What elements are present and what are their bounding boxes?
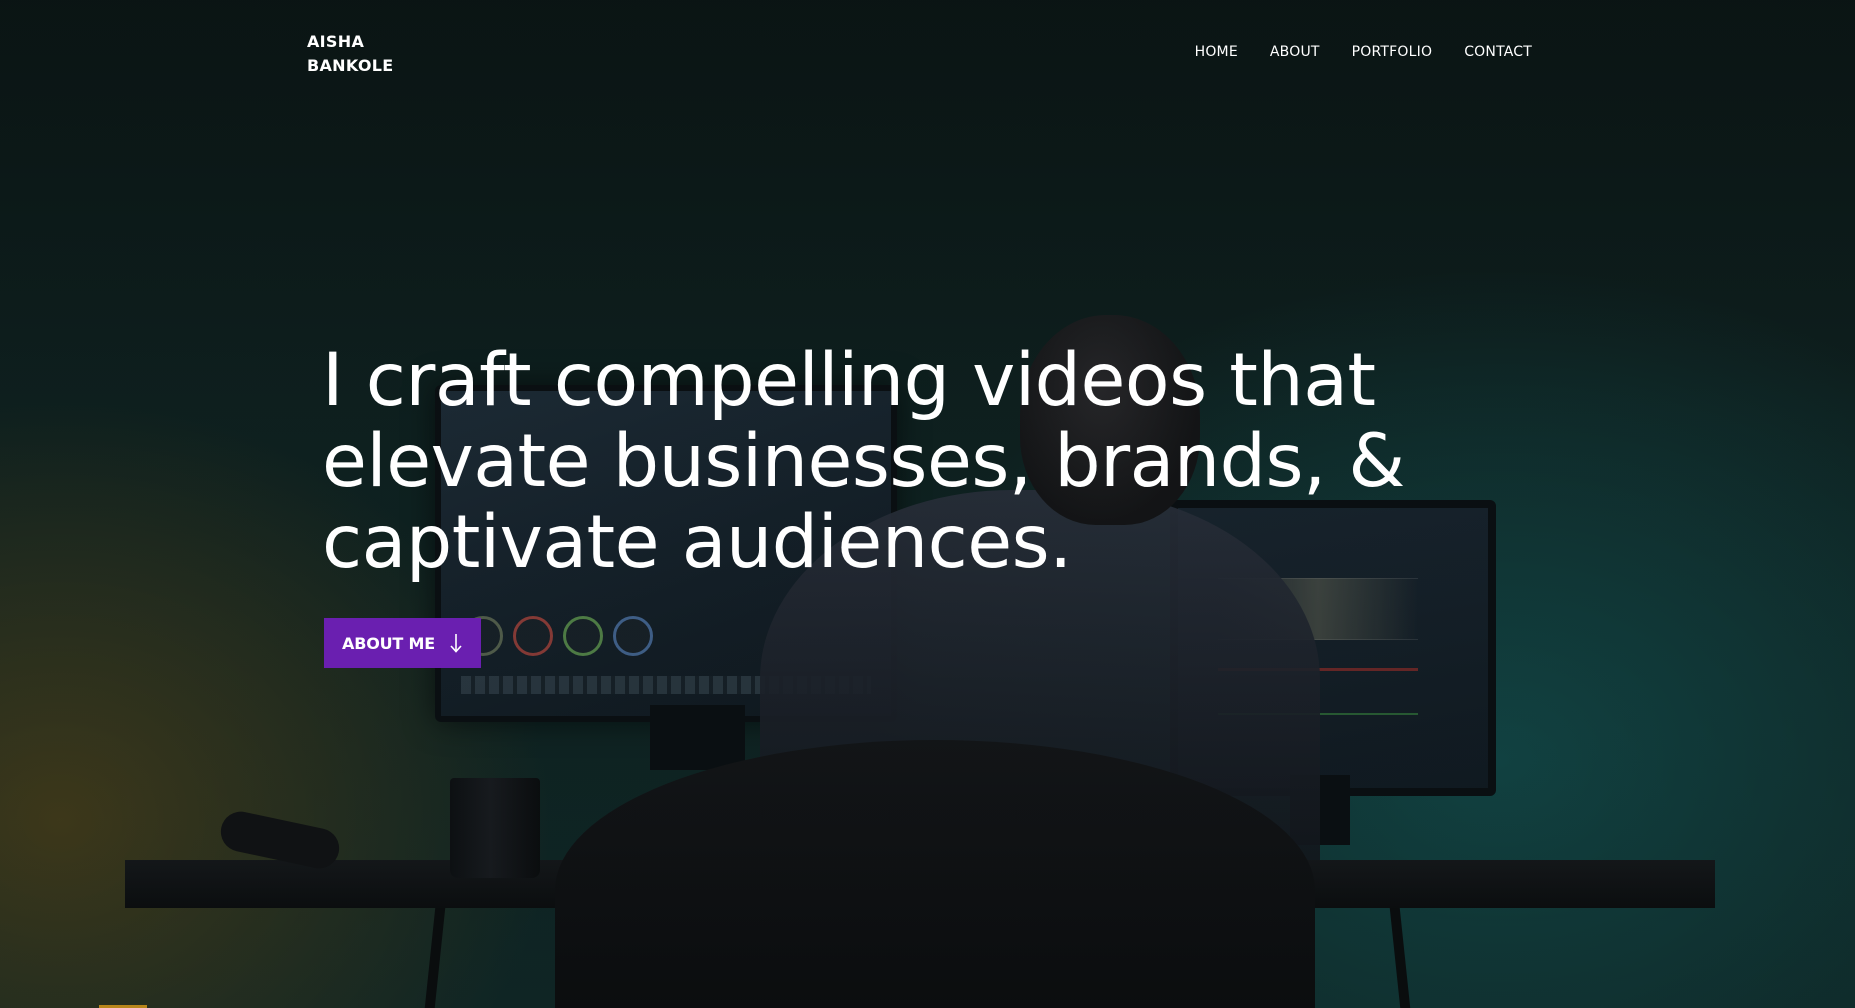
hero-section: AISHA BANKOLE HOME ABOUT PORTFOLIO CONTA… <box>0 0 1855 1008</box>
hero-heading: I craft compelling videos that elevate b… <box>322 338 1405 585</box>
brand-first-name: AISHA <box>307 32 365 51</box>
nav-home[interactable]: HOME <box>1195 44 1238 60</box>
about-me-button[interactable]: ABOUT ME <box>324 618 481 668</box>
brand-last-name: BANKOLE <box>307 56 394 75</box>
brand-logo[interactable]: AISHA BANKOLE <box>307 30 393 78</box>
main-nav: HOME ABOUT PORTFOLIO CONTACT <box>1195 44 1532 60</box>
nav-contact[interactable]: CONTACT <box>1464 44 1532 60</box>
nav-about[interactable]: ABOUT <box>1270 44 1320 60</box>
nav-portfolio[interactable]: PORTFOLIO <box>1352 44 1433 60</box>
about-me-button-label: ABOUT ME <box>342 633 435 653</box>
arrow-down-icon <box>450 634 462 653</box>
